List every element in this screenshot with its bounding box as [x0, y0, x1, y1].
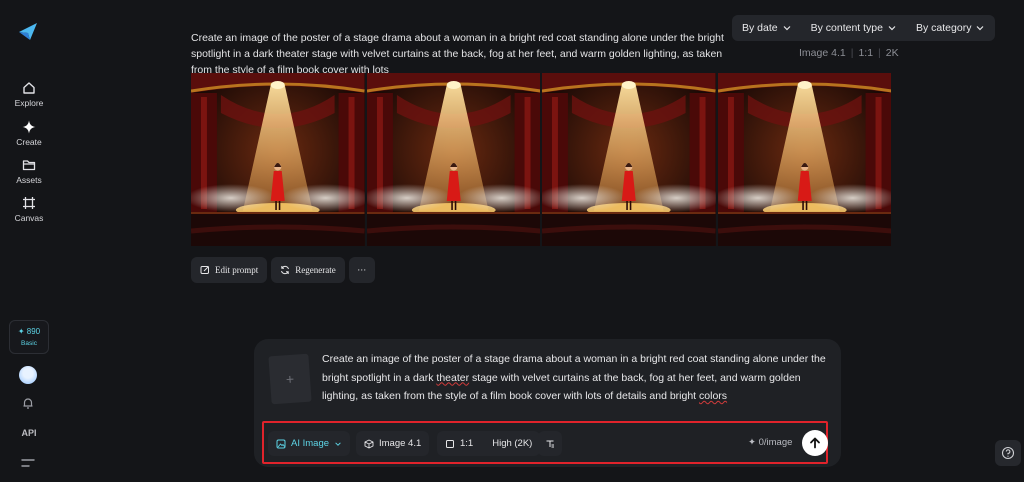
- edit-prompt-button[interactable]: Edit prompt: [191, 257, 268, 283]
- mode-select[interactable]: AI Image: [268, 431, 351, 456]
- sidebar-item-assets[interactable]: Assets: [0, 157, 58, 185]
- api-link[interactable]: API: [14, 428, 44, 438]
- sidebar-item-create[interactable]: Create: [0, 119, 58, 147]
- image-icon: [276, 439, 286, 448]
- ratio-quality-select[interactable]: 1:1 High (2K): [437, 431, 541, 456]
- sidebar-item-canvas[interactable]: Canvas: [0, 195, 58, 223]
- credits-badge[interactable]: ✦ 890 Basic: [9, 320, 49, 354]
- edit-prompt-label: Edit prompt: [215, 265, 259, 275]
- regenerate-label: Regenerate: [295, 265, 336, 275]
- chevron-down-icon: [335, 441, 341, 446]
- filter-by-date[interactable]: By date: [732, 22, 801, 34]
- ratio-label: 1:1: [460, 438, 474, 449]
- spellcheck-word: theater: [436, 371, 470, 384]
- edit-icon: [200, 266, 209, 274]
- filter-label: By content type: [810, 22, 883, 34]
- generated-image[interactable]: [542, 73, 716, 246]
- help-icon: [1001, 446, 1015, 460]
- mode-label: AI Image: [291, 438, 330, 449]
- chevron-down-icon: [977, 26, 984, 31]
- prompt-input[interactable]: Create an image of the poster of a stage…: [322, 350, 827, 406]
- arrow-up-icon: [810, 437, 820, 449]
- prompt-composer: + Create an image of the poster of a sta…: [254, 339, 841, 467]
- credit-cost: ✦ 0/image: [748, 437, 793, 448]
- filter-label: By category: [916, 22, 972, 34]
- meta-quality: 2K: [885, 47, 899, 59]
- model-label: Image 4.1: [379, 438, 422, 449]
- credits-value: ✦ 890: [17, 327, 41, 336]
- plus-icon: +: [285, 370, 295, 388]
- chevron-down-icon: [783, 26, 791, 31]
- quality-label: High (2K): [492, 438, 533, 449]
- upload-reference-button[interactable]: +: [268, 353, 312, 405]
- folder-icon: [22, 160, 36, 171]
- chevron-down-icon: [888, 26, 896, 31]
- sidebar-item-explore[interactable]: Explore: [0, 80, 58, 108]
- meta-model: Image 4.1: [799, 47, 846, 59]
- sidebar-item-label: Create: [16, 137, 42, 147]
- generated-image[interactable]: [191, 73, 365, 246]
- image-results: [191, 73, 891, 246]
- bell-icon[interactable]: [21, 396, 35, 410]
- meta-ratio: 1:1: [858, 47, 874, 59]
- dreamina-logo-icon[interactable]: [17, 20, 39, 42]
- canvas-icon: [23, 197, 35, 209]
- sparkle-icon: [22, 120, 36, 134]
- sidebar-item-label: Canvas: [14, 213, 44, 223]
- history-prompt[interactable]: Create an image of the poster of a stage…: [191, 30, 736, 78]
- more-icon: ···: [357, 265, 367, 275]
- filter-bar: By date By content type By category: [732, 15, 995, 41]
- generated-image[interactable]: [366, 73, 540, 246]
- spellcheck-word: colors: [699, 390, 728, 402]
- sidebar-item-label: Explore: [14, 98, 44, 108]
- text-format-icon: [546, 440, 554, 447]
- sidebar-item-label: Assets: [16, 175, 42, 185]
- filter-by-content-type[interactable]: By content type: [801, 22, 906, 34]
- sidebar: Explore Create Assets Canvas ✦ 890 Basic…: [0, 0, 58, 482]
- plan-tier: Basic: [21, 340, 37, 347]
- model-select[interactable]: Image 4.1: [356, 431, 430, 456]
- send-button[interactable]: [802, 430, 828, 456]
- generated-image[interactable]: [717, 73, 891, 246]
- cube-icon: [364, 439, 374, 448]
- app-root: Explore Create Assets Canvas ✦ 890 Basic…: [0, 0, 1024, 482]
- more-options-button[interactable]: ···: [348, 257, 375, 283]
- aspect-ratio-icon: [446, 439, 454, 448]
- text-style-button[interactable]: [538, 431, 562, 456]
- generation-meta: Image 4.1 | 1:1 | 2K: [799, 47, 899, 59]
- home-icon: [23, 82, 35, 94]
- regenerate-button[interactable]: Regenerate: [271, 257, 345, 283]
- result-actions: Edit prompt Regenerate ···: [191, 257, 375, 283]
- filter-by-category[interactable]: By category: [906, 22, 994, 34]
- refresh-icon: [281, 265, 290, 275]
- help-button[interactable]: [995, 440, 1021, 466]
- avatar[interactable]: [19, 366, 37, 384]
- menu-icon[interactable]: [21, 458, 35, 468]
- generation-settings-toolbar: AI Image Image 4.1 1:1 High (2K) ✦ 0/ima…: [262, 421, 828, 464]
- filter-label: By date: [742, 22, 778, 34]
